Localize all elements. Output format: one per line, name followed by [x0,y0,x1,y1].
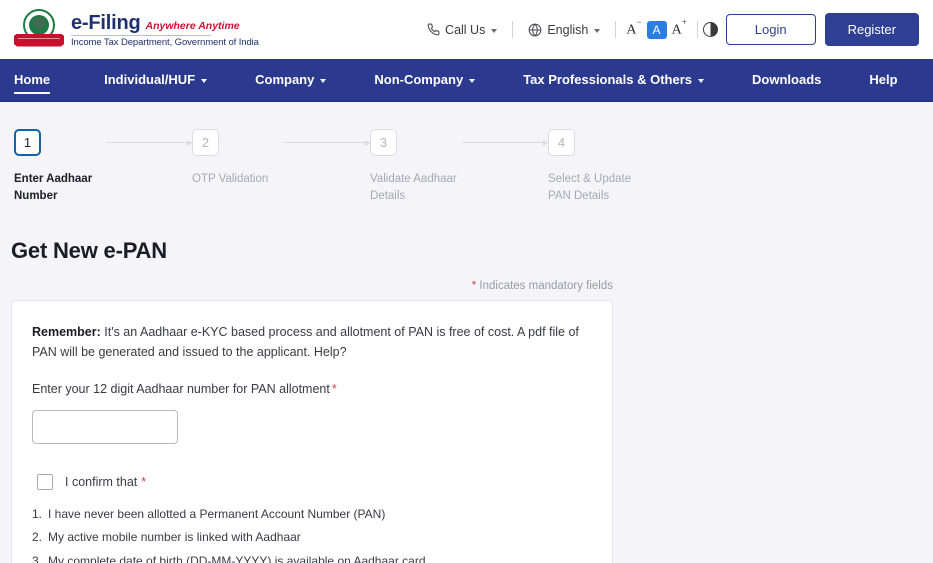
remember-label: Remember: [32,325,101,340]
step-4-select-update-pan-details[interactable]: 4 Select & Update PAN Details [548,129,640,204]
step-number: 2 [192,129,219,156]
main-navigation: Home Individual/HUF Company Non-Company … [0,59,933,102]
chevron-down-icon [594,28,601,33]
font-size-increase-button[interactable]: A+ [667,17,692,41]
step-label: Select & Update PAN Details [548,173,632,202]
brand-text: e-Filing Anywhere Anytime Income Tax Dep… [71,12,259,48]
confirm-checkbox[interactable] [37,474,53,491]
call-us-label: Call Us [445,22,486,37]
nav-item-tax-professionals-others[interactable]: Tax Professionals & Others [499,59,728,100]
list-item-number: 1. [32,507,43,522]
nav-item-individual-huf[interactable]: Individual/HUF [80,59,231,100]
login-button[interactable]: Login [725,14,816,45]
aadhaar-number-input[interactable] [32,410,178,445]
language-selector[interactable]: English [518,23,610,37]
chevron-down-icon [201,78,208,83]
site-header: e-Filing Anywhere Anytime Income Tax Dep… [0,0,933,59]
page-title: Get New e-PAN [11,238,167,264]
contrast-toggle-icon[interactable] [702,22,718,37]
nav-item-company[interactable]: Company [231,59,350,100]
confirmation-conditions-list: 1. I have never been allotted a Permanen… [32,503,592,563]
divider [696,21,698,38]
epan-form-card: Remember: It's an Aadhaar e-KYC based pr… [11,300,613,563]
step-number: 3 [370,129,397,156]
chevron-down-icon [698,78,705,83]
list-item: 1. I have never been allotted a Permanen… [32,503,592,526]
mandatory-fields-note: * Indicates mandatory fields [11,264,613,292]
remember-note: Remember: It's an Aadhaar e-KYC based pr… [32,323,588,362]
list-item-number: 2. [32,530,43,545]
list-item-text: My complete date of birth (DD-MM-YYYY) i… [48,553,426,563]
nav-label: Help [869,72,898,87]
progress-stepper: 1 Enter Aadhaar Number 2 OTP Validation … [0,102,933,204]
phone-icon [427,23,440,36]
step-connector [106,129,192,156]
remember-text: It's an Aadhaar e-KYC based process and … [32,325,579,359]
step-2-otp-validation[interactable]: 2 OTP Validation [192,129,284,188]
confirm-label-text: I confirm that [65,475,138,490]
required-asterisk: * [331,382,337,397]
header-utility-bar: Call Us English A− A A+ Login Register [417,0,919,59]
globe-icon [528,22,542,37]
chevron-down-icon [469,78,476,83]
nav-label: Home [14,72,51,87]
language-label: English [547,22,589,37]
brand-subtitle: Income Tax Department, Government of Ind… [71,36,259,48]
register-button[interactable]: Register [824,13,919,46]
list-item: 3. My complete date of birth (DD-MM-YYYY… [32,550,592,563]
nav-label: Downloads [752,72,822,87]
nav-label: Non-Company [374,72,464,87]
aadhaar-label-text: Enter your 12 digit Aadhaar number for P… [32,382,330,397]
nav-item-non-company[interactable]: Non-Company [350,59,499,100]
font-size-decrease-button[interactable]: A− [621,17,646,41]
brand-title: e-Filing [71,11,141,34]
brand-logo[interactable]: e-Filing Anywhere Anytime Income Tax Dep… [14,8,259,52]
step-connector [462,129,548,156]
list-item-number: 3. [32,553,43,563]
brand-tagline: Anywhere Anytime [145,19,240,32]
required-asterisk: * [141,475,147,490]
nav-label: Individual/HUF [104,72,196,87]
list-item-text: I have never been allotted a Permanent A… [48,507,386,522]
divider [512,21,514,38]
aadhaar-field-label: Enter your 12 digit Aadhaar number for P… [32,382,592,396]
step-label: OTP Validation [192,173,269,185]
nav-item-downloads[interactable]: Downloads [728,59,845,100]
step-3-validate-aadhaar-details[interactable]: 3 Validate Aadhaar Details [370,129,462,204]
font-size-normal-button[interactable]: A [646,20,667,39]
step-connector [284,129,370,156]
india-govt-emblem-icon [14,8,64,52]
step-label: Enter Aadhaar Number [14,173,93,202]
nav-item-help[interactable]: Help [845,59,921,100]
mandatory-note-text: Indicates mandatory fields [476,280,613,293]
call-us-button[interactable]: Call Us [417,23,507,37]
step-number: 4 [548,129,575,156]
list-item-text: My active mobile number is linked with A… [48,530,301,545]
confirm-checkbox-row: I confirm that * [32,474,592,491]
nav-label: Company [255,72,315,87]
list-item: 2. My active mobile number is linked wit… [32,526,592,549]
step-label: Validate Aadhaar Details [370,173,457,202]
chevron-down-icon [491,28,498,33]
nav-label: Tax Professionals & Others [523,72,693,87]
step-number: 1 [14,129,41,156]
nav-item-home[interactable]: Home [14,59,80,100]
confirm-label: I confirm that * [65,475,146,489]
chevron-down-icon [320,78,327,83]
brand-divider [71,34,211,36]
divider [615,21,617,38]
step-1-enter-aadhaar-number[interactable]: 1 Enter Aadhaar Number [14,129,106,204]
